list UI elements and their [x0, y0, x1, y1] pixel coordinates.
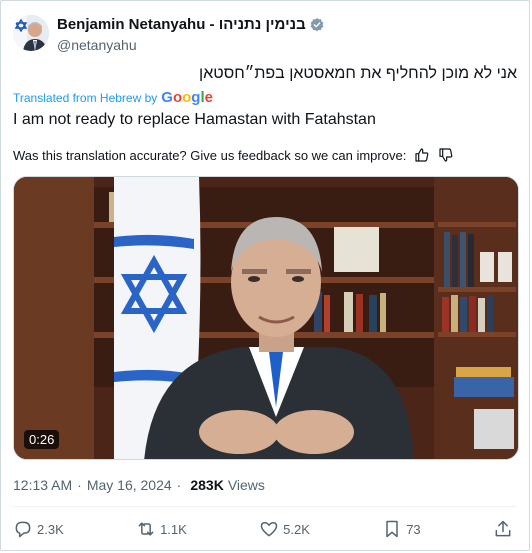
like-icon	[260, 522, 278, 537]
tweet-metadata: 12:13 AM · May 16, 2024 · 283K Views	[13, 477, 265, 493]
display-name-row: Benjamin Netanyahu - בנימין נתניהו	[57, 15, 325, 35]
tweet-date[interactable]: May 16, 2024	[87, 477, 172, 493]
tweet-time[interactable]: 12:13 AM	[13, 477, 72, 493]
reply-button[interactable]: 2.3K	[13, 519, 64, 539]
author-names: Benjamin Netanyahu - בנימין נתניהו @neta…	[57, 15, 325, 55]
bookmark-button[interactable]: 73	[382, 519, 421, 539]
meta-separator: ·	[77, 477, 82, 493]
original-tweet-text: אני לא מוכן להחליף את חמאסטאן בפת״חסטאן	[199, 65, 517, 82]
tweet-card: Benjamin Netanyahu - בנימין נתניהו @neta…	[0, 0, 530, 551]
divider	[13, 506, 517, 507]
display-name[interactable]: Benjamin Netanyahu - בנימין נתניהו	[57, 15, 306, 35]
bookmark-icon	[386, 520, 398, 538]
share-icon	[495, 520, 511, 537]
translation-attribution: Translated from Hebrew by Google	[13, 89, 213, 106]
meta-separator-2: ·	[176, 477, 182, 493]
like-count: 5.2K	[283, 521, 310, 537]
verified-badge-icon	[310, 18, 324, 32]
repost-button[interactable]: 1.1K	[136, 519, 187, 539]
repost-icon	[138, 522, 154, 536]
like-button[interactable]: 5.2K	[259, 519, 310, 539]
google-logo: Google	[161, 89, 213, 106]
feedback-prompt: Was this translation accurate? Give us f…	[13, 147, 407, 163]
tweet-header: Benjamin Netanyahu - בנימין נתניהו @neta…	[13, 15, 325, 55]
reply-icon	[15, 521, 31, 538]
views-count: 283K	[190, 477, 224, 493]
avatar[interactable]	[13, 15, 49, 51]
reply-count: 2.3K	[37, 521, 64, 537]
thumbs-down-icon[interactable]	[438, 147, 454, 163]
share-button[interactable]	[493, 519, 517, 539]
video-thumbnail	[14, 177, 518, 459]
thumbs-up-icon[interactable]	[414, 147, 430, 163]
author-handle[interactable]: @netanyahu	[57, 35, 325, 55]
translation-feedback: Was this translation accurate? Give us f…	[13, 147, 454, 163]
avatar-image	[13, 15, 49, 51]
video-duration: 0:26	[24, 430, 60, 449]
action-bar: 2.3K 1.1K 5.2K 73	[13, 519, 517, 539]
translated-tweet-text: I am not ready to replace Hamastan with …	[13, 111, 376, 128]
translated-prefix: Translated from Hebrew by	[13, 90, 158, 105]
repost-count: 1.1K	[160, 521, 187, 537]
views-label: Views	[227, 477, 265, 493]
bookmark-count: 73	[406, 521, 421, 537]
video-player[interactable]: 0:26	[13, 176, 519, 460]
